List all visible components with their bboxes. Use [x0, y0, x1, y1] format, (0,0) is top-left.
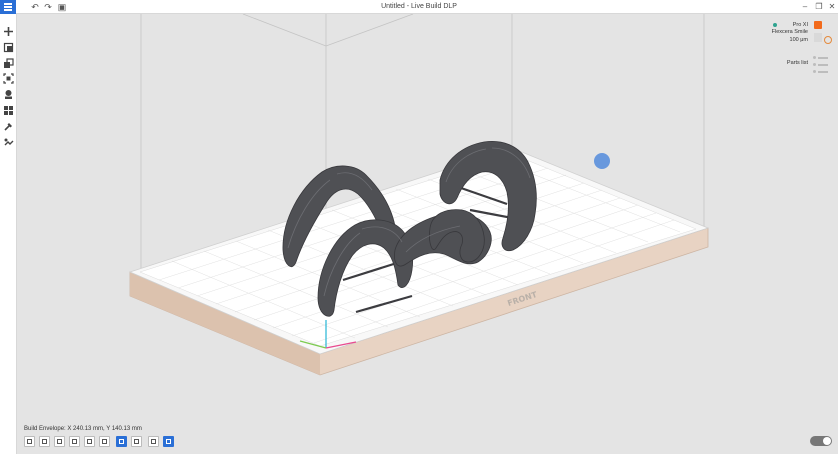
repair-icon[interactable] [3, 121, 14, 132]
left-toolbar [0, 14, 17, 454]
parts-dot-icon [813, 63, 816, 66]
close-icon[interactable]: ✕ [826, 1, 838, 13]
parts-dot-icon [813, 56, 816, 59]
parts-list-label[interactable]: Parts list [787, 60, 808, 66]
view-solid-button[interactable] [116, 436, 127, 447]
view-iso-button[interactable] [24, 436, 35, 447]
printer-panel[interactable]: Pro XI Flexcera Smile 100 μm Parts list [766, 14, 838, 94]
view-front-button[interactable] [54, 436, 65, 447]
material-name[interactable]: Flexcera Smile [772, 29, 808, 35]
build-envelope: Build Envelope: X 240.13 mm, Y 140.13 mm [24, 426, 142, 432]
parts-line-icon [818, 57, 828, 59]
cursor-highlight [594, 153, 610, 169]
support-icon[interactable] [3, 89, 14, 100]
view-left-button[interactable] [84, 436, 95, 447]
view-wireframe-button[interactable] [131, 436, 142, 447]
build-scene: FRONT [128, 14, 710, 376]
scale-icon[interactable] [3, 73, 14, 84]
parts-line-icon [818, 64, 828, 66]
material-color-swatch[interactable] [814, 21, 822, 29]
slice-icon[interactable] [3, 137, 14, 148]
parts-line-icon [818, 71, 828, 73]
settings-ring-icon[interactable] [824, 36, 832, 44]
view-toggle[interactable] [810, 436, 832, 446]
3d-viewport[interactable]: FRONT [17, 14, 838, 454]
status-dot [773, 23, 777, 27]
orient-icon[interactable] [3, 42, 14, 53]
arrange-icon[interactable] [3, 105, 14, 116]
layout-icon[interactable] [3, 58, 14, 69]
layer-thickness[interactable]: 100 μm [790, 37, 808, 43]
printer-name[interactable]: Pro XI [793, 22, 808, 28]
material-swatch-secondary [814, 33, 822, 42]
parts-dot-icon [813, 70, 816, 73]
window-title: Untitled - Live Build DLP [381, 3, 457, 10]
hide-supports-button[interactable] [148, 436, 159, 447]
restore-icon[interactable]: ❐ [813, 1, 825, 13]
add-icon[interactable] [3, 26, 14, 37]
view-right-button[interactable] [99, 436, 110, 447]
view-back-button[interactable] [69, 436, 80, 447]
title-bar: ↶ ↷ ▣ Untitled - Live Build DLP – ❐ ✕ [0, 0, 838, 14]
show-supports-button[interactable] [163, 436, 174, 447]
view-top-button[interactable] [39, 436, 50, 447]
minimize-icon[interactable]: – [799, 1, 811, 13]
